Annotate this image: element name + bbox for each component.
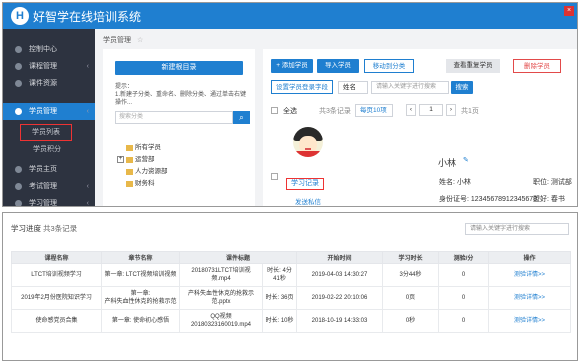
delete-student-button[interactable]: 删除学员 xyxy=(513,59,561,73)
col-start-time: 开始时间 xyxy=(296,251,383,264)
search-icon[interactable]: ⌕ xyxy=(233,111,250,124)
quiz-detail-link[interactable]: 测验详情>> xyxy=(488,263,571,287)
progress-title: 学习进度 共3条记录 xyxy=(11,224,78,233)
add-student-button[interactable]: + 添加学员 xyxy=(271,59,313,73)
category-panel: 新建根目录 提示： 1.新建子分类、重命名、删除分类、通过单击右键操作... 搜… xyxy=(103,49,255,206)
set-login-field-button[interactable]: 设置学员登录字段 xyxy=(271,80,333,94)
user-icon xyxy=(15,108,22,115)
star-icon[interactable]: ☆ xyxy=(137,37,143,44)
prev-page-button[interactable]: ‹ xyxy=(406,104,416,116)
exam-icon xyxy=(15,183,22,190)
tree-item[interactable]: 所有学员 xyxy=(117,143,247,153)
category-search-input[interactable]: 搜索分类 xyxy=(115,111,233,124)
table-row: LTCT培训视频学习 第一章: LTCT视频培训视频 20180731LTCT培… xyxy=(11,263,571,287)
send-message-link[interactable]: 发送私信 xyxy=(295,196,321,206)
next-page-button[interactable]: › xyxy=(446,104,456,116)
tree-item[interactable]: + 运营部 xyxy=(117,155,247,165)
keyword-input[interactable]: 请输入关键字进行搜索 xyxy=(371,81,449,94)
quiz-detail-link[interactable]: 测验详情>> xyxy=(488,309,571,333)
student-name-field: 姓名: 小林 xyxy=(439,179,471,186)
study-icon xyxy=(15,200,22,206)
col-courseware: 课件标题 xyxy=(179,251,297,264)
folder-icon xyxy=(126,157,133,163)
folder-icon xyxy=(126,181,133,187)
view-duplicates-button[interactable]: 查看重复学员 xyxy=(446,59,500,73)
field-select[interactable]: 姓名 xyxy=(338,81,368,94)
folder-icon xyxy=(126,145,133,151)
study-record-button[interactable]: 学习记录 xyxy=(286,178,324,190)
sidebar-item-exams[interactable]: 考试管理 ‹ xyxy=(3,178,95,195)
record-count: 共3条记录 xyxy=(319,108,351,115)
app-title: 好智学在线培训系统 xyxy=(33,10,142,24)
folder-icon xyxy=(126,169,133,175)
sidebar-sub-student-list[interactable]: 学员列表 xyxy=(20,124,72,141)
col-action: 操作 xyxy=(488,251,571,264)
search-button[interactable]: 搜索 xyxy=(451,81,473,94)
select-all-checkbox[interactable] xyxy=(271,107,278,114)
folder-icon xyxy=(15,80,22,87)
sidebar-item-resources[interactable]: 课件资源 xyxy=(3,75,95,92)
quiz-detail-link[interactable]: 测验详情>> xyxy=(488,286,571,310)
table-row: 2019年2月份医院知识学习 第一章: 产科失血性休克的抢救示范 产科失血性休克… xyxy=(11,286,571,310)
move-category-button[interactable]: 移动到分类 xyxy=(364,59,414,73)
dashboard-icon xyxy=(15,46,22,53)
top-bar: H 好智学在线培训系统 × xyxy=(3,3,577,29)
sidebar-item-students[interactable]: 学员管理 ‹ xyxy=(3,103,95,120)
tree-item[interactable]: 人力资源部 xyxy=(117,167,247,177)
student-position: 职位: 测试部 xyxy=(533,179,572,186)
progress-table: 课程名称 章节名称 课件标题 开始时间 学习时长 测验/分 操作 LTCT培训视… xyxy=(11,251,571,333)
student-id-card: 身份证号: 123456789123456​78 xyxy=(439,196,538,203)
book-icon xyxy=(15,63,22,70)
student-org: 盟好: 春书 xyxy=(533,196,565,203)
sidebar: 控制中心 课程管理 ‹ 课件资源 学员管理 ‹ 学员列表 学员积分 学员主页 考试管… xyxy=(3,29,95,206)
col-chapter: 章节名称 xyxy=(101,251,180,264)
student-checkbox[interactable] xyxy=(271,173,278,180)
tree-item[interactable]: 财务科 xyxy=(117,179,247,189)
col-duration: 学习时长 xyxy=(382,251,439,264)
app-window: H 好智学在线培训系统 × 控制中心 课程管理 ‹ 课件资源 学员管理 ‹ 学员列表… xyxy=(2,2,578,207)
sidebar-item-dashboard[interactable]: 控制中心 xyxy=(3,41,95,58)
page-input[interactable]: 1 xyxy=(419,104,443,116)
avatar xyxy=(293,127,323,157)
sidebar-item-courses[interactable]: 课程管理 ‹ xyxy=(3,58,95,75)
edit-icon[interactable]: ✎ xyxy=(463,156,469,164)
import-students-button[interactable]: 导入学员 xyxy=(317,59,359,73)
main-area: 学员管理 ☆ 新建根目录 提示： 1.新建子分类、重命名、删除分类、通过单击右键操… xyxy=(95,29,577,206)
sidebar-sub-student-points[interactable]: 学员积分 xyxy=(3,142,95,157)
home-icon xyxy=(15,166,22,173)
study-progress-panel: 学习进度 共3条记录 请输入关键字进行搜索 课程名称 章节名称 课件标题 开始时间… xyxy=(2,212,578,361)
app-logo: H xyxy=(11,7,29,25)
sidebar-item-student-home[interactable]: 学员主页 xyxy=(3,161,95,178)
col-score: 测验/分 xyxy=(438,251,489,264)
progress-search-input[interactable]: 请输入关键字进行搜索 xyxy=(465,223,569,235)
per-page-select[interactable]: 每页10项 xyxy=(355,104,393,117)
close-icon[interactable]: × xyxy=(564,6,574,16)
new-root-category-button[interactable]: 新建根目录 xyxy=(115,61,243,75)
student-name: 小林 xyxy=(438,158,457,168)
sidebar-item-study[interactable]: 学习管理 ‹ xyxy=(3,195,95,206)
select-all-label: 全选 xyxy=(283,108,297,115)
breadcrumb: 学员管理 ☆ xyxy=(103,37,144,44)
category-tip: 提示： 1.新建子分类、重命名、删除分类、通过单击右键操作... xyxy=(115,84,247,106)
col-course: 课程名称 xyxy=(11,251,102,264)
expand-icon[interactable]: + xyxy=(117,156,124,163)
total-pages: 共1页 xyxy=(461,108,479,115)
table-row: 使命感党员合集 第一章: 使命初心感悟 QQ视频20180323160019.m… xyxy=(11,309,571,333)
